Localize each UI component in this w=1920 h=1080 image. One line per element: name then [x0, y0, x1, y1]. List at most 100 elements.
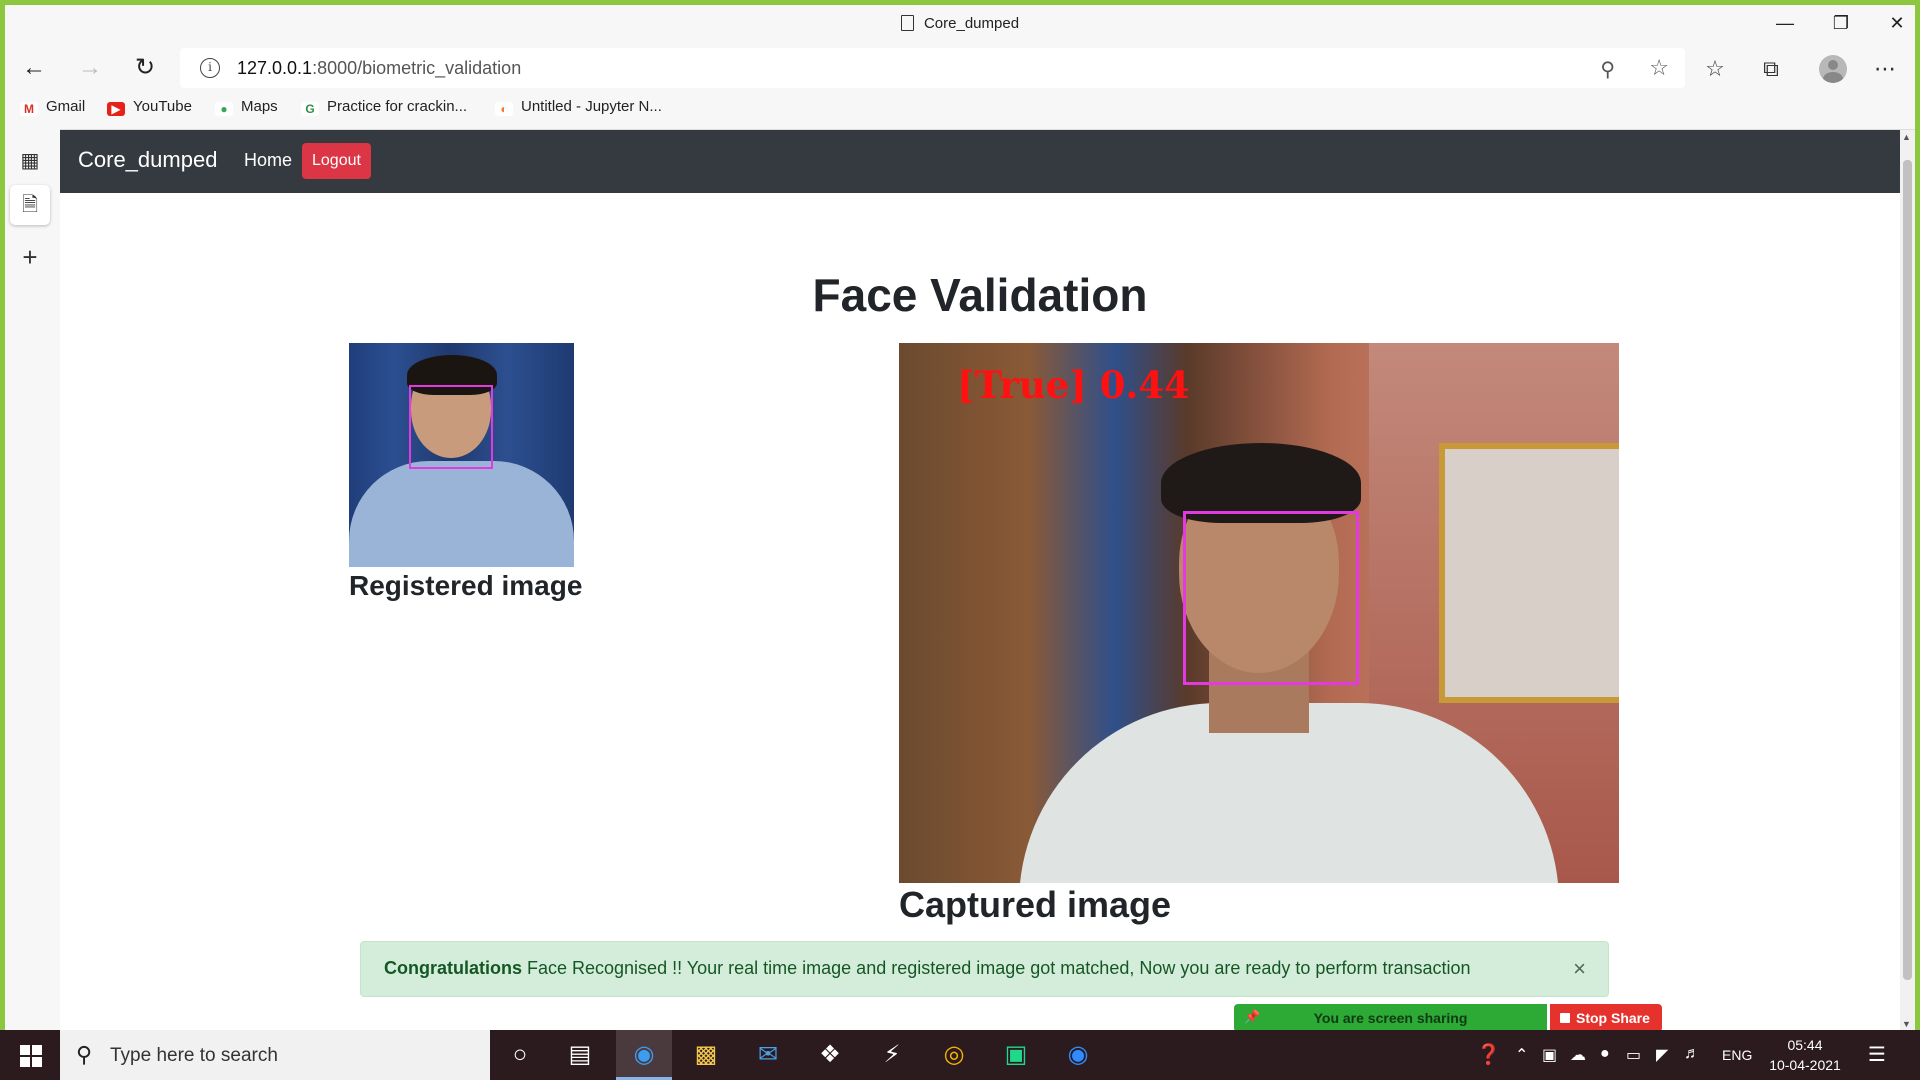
jupyter-icon: ◐ [495, 102, 513, 116]
favorites-icon[interactable]: ☆ [1695, 49, 1735, 89]
file-explorer-icon[interactable]: ▩ [678, 1030, 734, 1080]
language-indicator[interactable]: ENG [1722, 1047, 1752, 1063]
add-favorite-icon[interactable]: ☆ [1649, 55, 1669, 81]
scrollbar-thumb[interactable] [1903, 160, 1912, 980]
success-alert: Congratulations Face Recognised !! Your … [360, 941, 1609, 997]
browser-toolbar: ← → ↻ i 127.0.0.1:8000/biometric_validat… [5, 45, 1915, 91]
photo-picture-frame [1439, 443, 1619, 703]
lightning-app-icon[interactable]: ⚡ [864, 1030, 920, 1080]
chrome-icon[interactable]: ◎ [926, 1030, 982, 1080]
photo-shirt [349, 461, 574, 567]
close-window-button[interactable]: ✕ [1869, 5, 1915, 41]
match-result-overlay: [True] 0.44 [957, 363, 1190, 407]
bookmark-jupyter[interactable]: ◐ Untitled - Jupyter N... [495, 98, 662, 116]
site-navbar: Core_dumped Home Logout [60, 130, 1900, 193]
onedrive-cloud-icon[interactable]: ☁ [1570, 1045, 1586, 1065]
meet-now-icon[interactable]: ▣ [1542, 1045, 1557, 1065]
stop-share-label: Stop Share [1576, 1010, 1650, 1026]
start-button[interactable] [0, 1030, 60, 1080]
bookmark-label: Gmail [46, 98, 86, 115]
bookmark-label: YouTube [133, 98, 192, 115]
window-title-text: Core_dumped [923, 15, 1020, 32]
page-title: Face Validation [812, 269, 1148, 321]
dropbox-icon[interactable]: ❖ [802, 1030, 858, 1080]
taskbar-search[interactable]: ⚲ Type here to search [60, 1030, 490, 1080]
address-bar[interactable]: i 127.0.0.1:8000/biometric_validation ⚲ … [180, 48, 1685, 88]
bookmark-label: Maps [241, 98, 278, 115]
forward-button[interactable]: → [71, 49, 109, 87]
alert-text: Face Recognised !! Your real time image … [522, 958, 1471, 978]
navbar-brand[interactable]: Core_dumped [78, 147, 217, 173]
bookmark-label: Untitled - Jupyter N... [521, 98, 662, 115]
maps-pin-icon: ● [215, 102, 233, 116]
zoom-app-icon[interactable]: ◉ [1050, 1030, 1106, 1080]
tab-actions-icon[interactable]: ▦ [10, 141, 50, 181]
show-hidden-icons-icon[interactable]: ⌃ [1515, 1045, 1528, 1065]
bookmark-practice[interactable]: G Practice for crackin... [301, 98, 467, 116]
notifications-icon[interactable]: ☰ [1868, 1042, 1886, 1067]
scroll-up-icon[interactable]: ▲ [1902, 132, 1911, 142]
window-title: Core_dumped [5, 15, 1915, 32]
mail-icon[interactable]: ✉ [740, 1030, 796, 1080]
scroll-down-icon[interactable]: ▼ [1902, 1019, 1911, 1029]
new-tab-icon[interactable]: + [10, 237, 50, 277]
face-detection-box [1183, 511, 1359, 685]
restore-button[interactable]: ❐ [1813, 5, 1869, 41]
active-tab-page-icon[interactable]: 🗎 [10, 185, 50, 225]
url-text[interactable]: 127.0.0.1:8000/biometric_validation [237, 58, 521, 79]
windows-taskbar: ⚲ Type here to search ○ ▤ ◉ ▩ ✉ ❖ ⚡ ◎ ▣ … [0, 1030, 1920, 1080]
back-button[interactable]: ← [15, 49, 53, 87]
bookmark-maps[interactable]: ● Maps [215, 98, 278, 116]
windows-logo-icon [20, 1045, 30, 1055]
collections-icon[interactable]: ⧉ [1751, 49, 1791, 89]
battery-icon[interactable]: ▭ [1626, 1045, 1641, 1065]
taskbar-clock[interactable]: 05:44 10-04-2021 [1760, 1035, 1850, 1075]
wifi-icon[interactable]: ◤ [1656, 1045, 1668, 1065]
edge-browser-icon[interactable]: ◉ [616, 1030, 672, 1080]
gmail-icon: M [20, 102, 38, 116]
windows-logo-icon [32, 1045, 42, 1055]
logout-button[interactable]: Logout [302, 143, 371, 179]
bookmark-gmail[interactable]: M Gmail [20, 98, 85, 116]
page-viewport: Core_dumped Home Logout Face Validation … [60, 129, 1915, 1030]
registered-image-caption: Registered image [349, 570, 583, 601]
task-view-icon[interactable]: ▤ [552, 1030, 608, 1080]
alert-message: Congratulations Face Recognised !! Your … [384, 958, 1471, 979]
windows-logo-icon [32, 1057, 42, 1067]
windows-logo-icon [20, 1057, 30, 1067]
bookmarks-bar: M Gmail ▶ YouTube ● Maps G Practice for crac… [5, 93, 1915, 125]
url-host: 127.0.0.1 [237, 58, 313, 78]
registered-image [349, 343, 574, 567]
profile-avatar[interactable] [1819, 55, 1847, 83]
reload-button[interactable]: ↻ [126, 49, 164, 87]
volume-icon[interactable]: ♬ [1684, 1045, 1700, 1063]
title-bar: Core_dumped — ❐ ✕ [5, 5, 1915, 41]
help-icon[interactable]: ❓ [1476, 1042, 1501, 1067]
document-icon [900, 15, 914, 31]
search-placeholder: Type here to search [110, 1045, 278, 1066]
clock-date: 10-04-2021 [1769, 1057, 1841, 1073]
captured-image: [True] 0.44 [899, 343, 1619, 883]
cortana-icon[interactable]: ○ [492, 1030, 548, 1080]
alert-close-button[interactable]: × [1573, 956, 1586, 982]
more-menu-icon[interactable]: ⋯ [1865, 49, 1905, 89]
stop-icon [1560, 1013, 1570, 1023]
youtube-icon: ▶ [107, 102, 125, 116]
url-path: :8000/biometric_validation [312, 58, 522, 78]
browser-window: Core_dumped — ❐ ✕ ← → ↻ i 127.0.0.1:8000… [5, 5, 1915, 1030]
clock-time: 05:44 [1787, 1037, 1823, 1053]
pycharm-icon[interactable]: ▣ [988, 1030, 1044, 1080]
microphone-icon[interactable]: ● [1600, 1045, 1610, 1063]
alert-strong: Congratulations [384, 958, 522, 978]
page-scrollbar[interactable]: ▲ ▼ [1900, 130, 1915, 1030]
bookmark-label: Practice for crackin... [327, 98, 468, 115]
bookmark-youtube[interactable]: ▶ YouTube [107, 98, 192, 116]
gfg-icon: G [301, 102, 319, 116]
zoom-icon[interactable]: ⚲ [1600, 57, 1615, 82]
screen-sharing-status: You are screen sharing [1313, 1010, 1468, 1026]
site-info-icon[interactable]: i [200, 58, 220, 78]
stop-share-button[interactable]: Stop Share [1550, 1004, 1662, 1032]
screen-sharing-bar: 📌 You are screen sharing [1234, 1004, 1547, 1032]
minimize-button[interactable]: — [1757, 5, 1813, 41]
nav-home-link[interactable]: Home [244, 150, 292, 171]
